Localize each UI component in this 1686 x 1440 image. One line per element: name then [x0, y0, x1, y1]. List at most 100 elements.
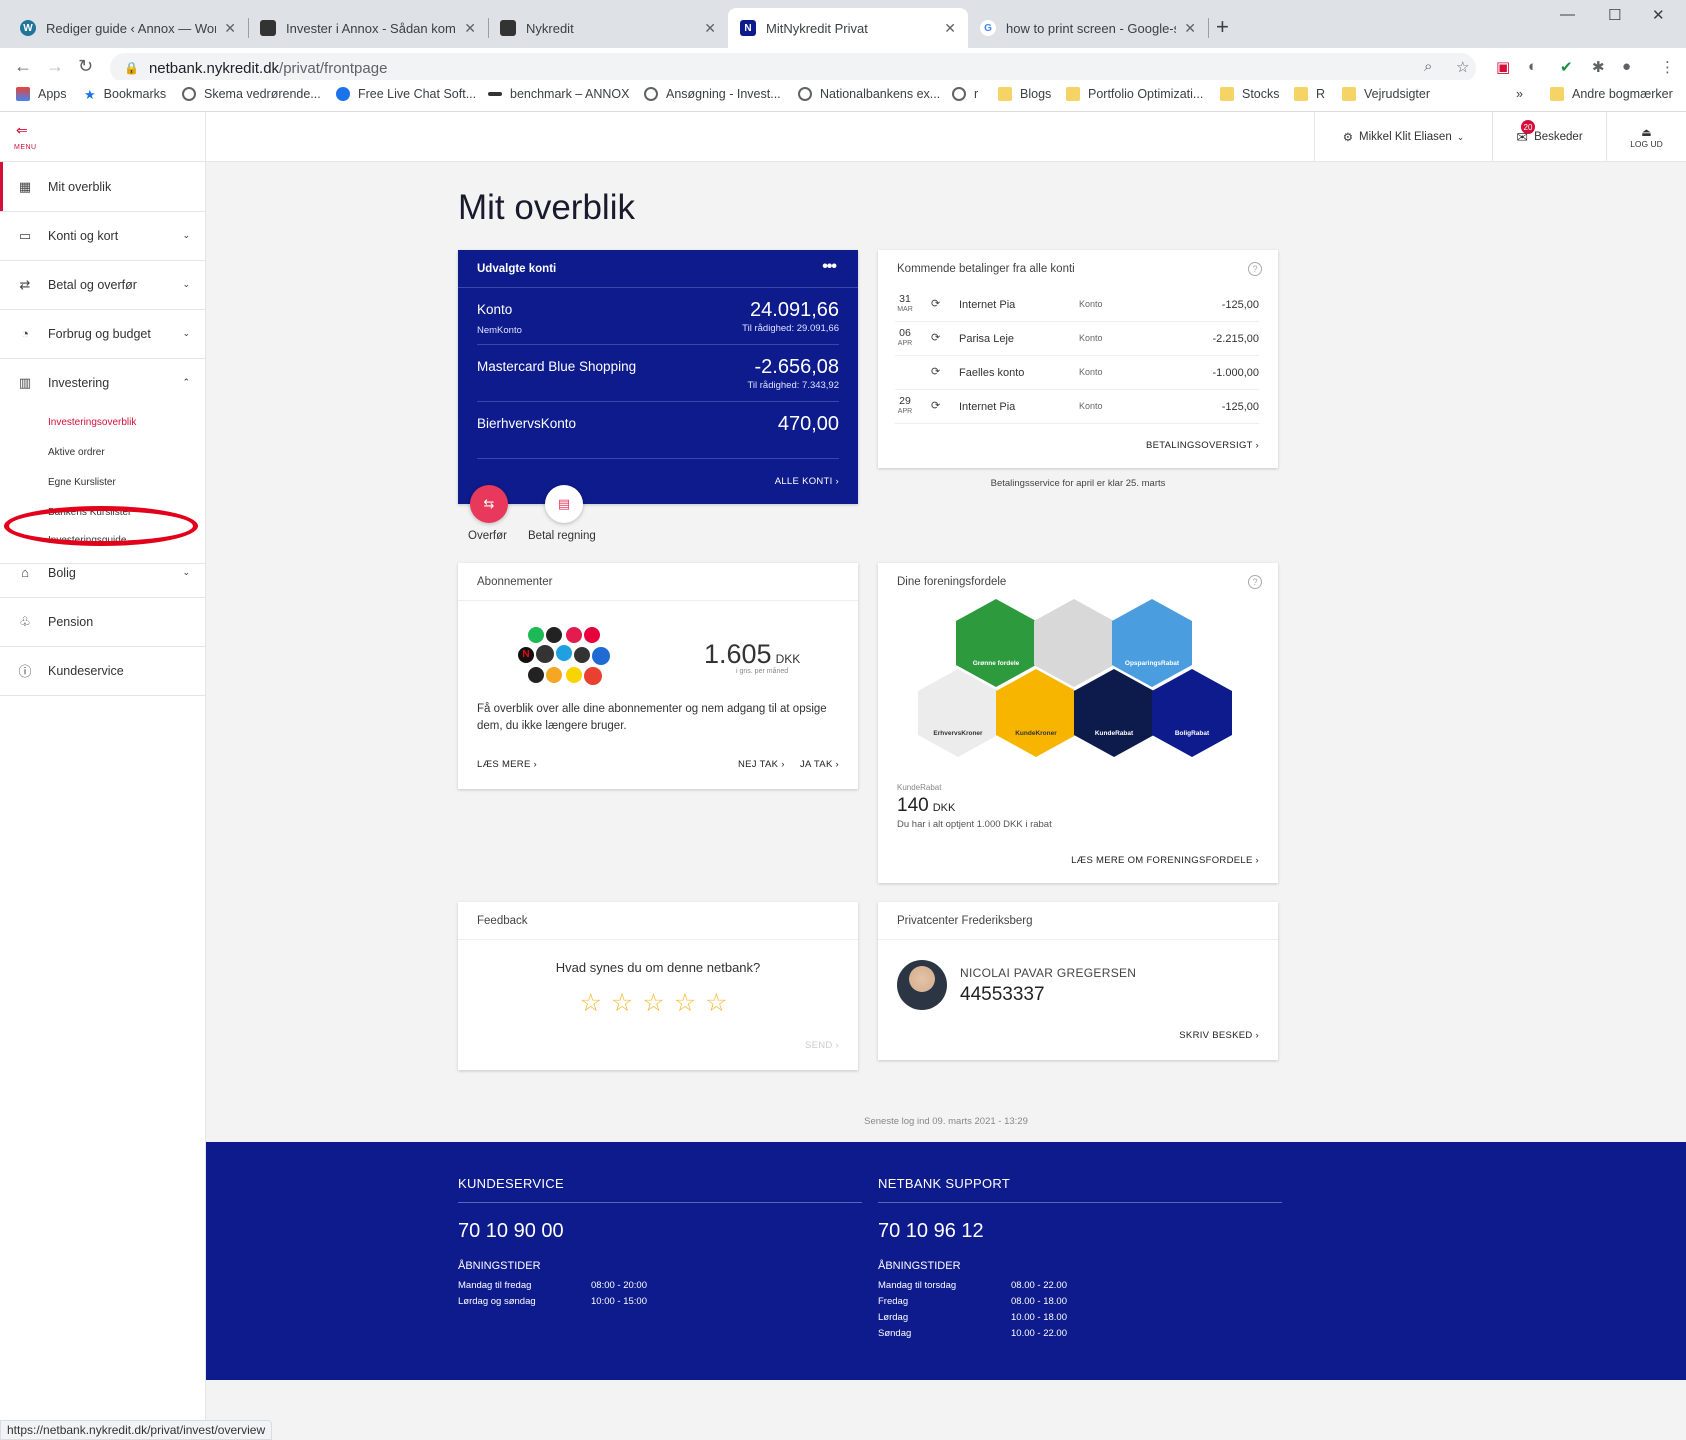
- extension-icon[interactable]: ◐: [1528, 58, 1537, 75]
- forward-icon[interactable]: →: [46, 56, 64, 77]
- more-options-icon[interactable]: •••: [822, 258, 837, 276]
- kebab-menu-icon[interactable]: ⋮: [1660, 58, 1675, 76]
- house-icon: ⌂: [21, 565, 29, 580]
- transfer-button[interactable]: ⇆: [470, 485, 508, 523]
- read-more-link[interactable]: LÆS MERE ›: [477, 759, 537, 770]
- bookmark-star-icon[interactable]: ☆: [1456, 58, 1469, 76]
- star-icon[interactable]: ☆: [579, 989, 610, 1017]
- phone-number[interactable]: 70 10 90 00: [458, 1220, 564, 1243]
- messages-button[interactable]: ✉ 20 Beskeder: [1492, 112, 1606, 162]
- hex-housing-discount[interactable]: BoligRabat: [1152, 669, 1232, 757]
- sidebar-item-pay[interactable]: ⇄ Betal og overfør ⌄: [0, 260, 206, 310]
- hex-customer-discount[interactable]: KundeRabat: [1074, 669, 1154, 757]
- advisor-phone[interactable]: 44553337: [960, 984, 1045, 1006]
- sidebar-item-overview[interactable]: ▦ Mit overblik: [0, 162, 206, 212]
- close-window-icon[interactable]: ✕: [1652, 6, 1665, 24]
- sidebar-item-customer-service[interactable]: ⓘ Kundeservice: [0, 646, 206, 696]
- bookmark-item[interactable]: ★ Bookmarks: [84, 87, 166, 102]
- all-accounts-link[interactable]: ALLE KONTI ›: [775, 476, 839, 487]
- piggy-icon: ♧: [19, 613, 31, 629]
- payment-overview-link[interactable]: BETALINGSOVERSIGT ›: [1146, 440, 1259, 451]
- browser-tab[interactable]: W Rediger guide ‹ Annox — WordPress✕: [8, 8, 248, 48]
- bookmark-folder[interactable]: Blogs: [998, 87, 1051, 101]
- maximize-icon[interactable]: ☐: [1608, 6, 1621, 24]
- star-icon[interactable]: ☆: [642, 989, 673, 1017]
- puzzle-icon[interactable]: ✱: [1592, 58, 1605, 76]
- close-tab-icon[interactable]: ✕: [224, 20, 236, 37]
- hex-savings-discount[interactable]: OpsparingsRabat: [1112, 599, 1192, 687]
- send-feedback-button[interactable]: SEND ›: [805, 1040, 839, 1051]
- browser-tab[interactable]: Invester i Annox - Sådan kommer du i gan…: [248, 8, 488, 48]
- zoom-icon[interactable]: ⌕: [1424, 58, 1432, 75]
- bookmark-item[interactable]: r: [952, 87, 978, 101]
- pie-chart-icon: ◔: [21, 326, 29, 341]
- bookmarks-overflow-icon[interactable]: »: [1516, 87, 1523, 101]
- close-tab-icon[interactable]: ✕: [1184, 20, 1196, 37]
- reload-icon[interactable]: ↻: [78, 56, 93, 77]
- help-icon[interactable]: ?: [1248, 575, 1262, 589]
- yes-thanks-link[interactable]: JA TAK ›: [800, 759, 839, 770]
- back-icon[interactable]: ←: [14, 56, 32, 77]
- pay-bill-button[interactable]: ▤: [545, 485, 583, 523]
- help-icon[interactable]: ?: [1248, 262, 1262, 276]
- account-row[interactable]: BierhvervsKonto 470,00: [477, 402, 839, 459]
- red-annotation-ellipse: [4, 506, 198, 546]
- sidebar-item-housing[interactable]: ⌂ Bolig ⌄: [0, 548, 206, 598]
- hex-green-benefits[interactable]: Grønne fordele: [956, 599, 1036, 687]
- minimize-icon[interactable]: —: [1560, 6, 1575, 23]
- sidebar-subitem[interactable]: Egne Kurslister: [0, 467, 206, 497]
- browser-tab-active[interactable]: N MitNykredit Privat ✕: [728, 8, 968, 48]
- bookmark-folder[interactable]: Stocks: [1220, 87, 1280, 101]
- payment-row[interactable]: 29 APR ⟳ Internet Pia Konto -125,00: [895, 390, 1259, 424]
- transfer-icon: ⇄: [19, 276, 31, 292]
- sidebar-subitem[interactable]: Investeringsoverblik: [0, 407, 206, 437]
- star-icon[interactable]: ☆: [611, 989, 642, 1017]
- hex-customer-kroner[interactable]: KundeKroner: [996, 669, 1076, 757]
- bookmark-folder[interactable]: Portfolio Optimizati...: [1066, 87, 1203, 101]
- hex-business-kroner[interactable]: ErhvervsKroner: [918, 669, 998, 757]
- write-message-link[interactable]: SKRIV BESKED ›: [1179, 1030, 1259, 1041]
- amount-caption: i gns. per måned: [736, 668, 789, 675]
- benefits-hex-illustration[interactable]: Grønne fordele OpsparingsRabat ErhvervsK…: [918, 599, 1238, 763]
- bookmark-apps[interactable]: Apps: [16, 87, 67, 101]
- unread-badge: 20: [1521, 120, 1535, 134]
- star-icon[interactable]: ☆: [705, 989, 736, 1017]
- account-row[interactable]: Mastercard Blue Shopping -2.656,08 Til r…: [477, 345, 839, 402]
- payment-row[interactable]: 06 APR ⟳ Parisa Leje Konto -2.215,00: [895, 322, 1259, 356]
- star-icon[interactable]: ☆: [674, 989, 705, 1017]
- close-tab-icon[interactable]: ✕: [704, 20, 716, 37]
- bookmark-folder[interactable]: R: [1294, 87, 1325, 101]
- no-thanks-link[interactable]: NEJ TAK ›: [738, 759, 785, 770]
- payment-row[interactable]: ⟳ Faelles konto Konto -1.000,00: [895, 356, 1259, 390]
- grid-icon: ▦: [18, 178, 32, 194]
- other-bookmarks-folder[interactable]: Andre bogmærker: [1550, 87, 1673, 101]
- extension-icon[interactable]: ✔: [1560, 58, 1573, 76]
- menu-button[interactable]: ⇐ MENU: [0, 112, 206, 162]
- bookmark-folder[interactable]: Vejrudsigter: [1342, 87, 1430, 101]
- address-bar[interactable]: 🔒 netbank.nykredit.dk/privat/frontpage: [110, 53, 1476, 83]
- sidebar-item-pension[interactable]: ♧ Pension: [0, 597, 206, 647]
- payment-row[interactable]: 31 MAR ⟳ Internet Pia Konto -125,00: [895, 288, 1259, 322]
- extension-icon[interactable]: ▣: [1496, 58, 1510, 76]
- profile-avatar-icon[interactable]: ●: [1622, 58, 1631, 75]
- logout-button[interactable]: ⏏ LOG UD: [1606, 112, 1686, 162]
- phone-number[interactable]: 70 10 96 12: [878, 1220, 984, 1243]
- close-tab-icon[interactable]: ✕: [464, 20, 476, 37]
- browser-tab[interactable]: G how to print screen - Google-søgning✕: [968, 8, 1208, 48]
- benefits-read-more-link[interactable]: LÆS MERE OM FORENINGSFORDELE ›: [1071, 855, 1259, 866]
- sidebar-item-accounts[interactable]: ▭ Konti og kort ⌄: [0, 211, 206, 261]
- sidebar-item-budget[interactable]: ◔ Forbrug og budget ⌄: [0, 309, 206, 359]
- last-login-text: Seneste log ind 09. marts 2021 - 13:29: [864, 1116, 1028, 1127]
- bookmark-item[interactable]: Nationalbankens ex...: [798, 87, 940, 101]
- bookmark-item[interactable]: Ansøgning - Invest...: [644, 87, 781, 101]
- account-row[interactable]: Konto NemKonto 24.091,66 Til rådighed: 2…: [477, 288, 839, 345]
- feedback-question: Hvad synes du om denne netbank?: [555, 960, 761, 975]
- user-menu[interactable]: ⚙ Mikkel Klit Eliasen ⌄: [1314, 112, 1492, 162]
- bookmark-item[interactable]: Free Live Chat Soft...: [336, 87, 476, 101]
- new-tab-button[interactable]: +: [1216, 14, 1229, 40]
- close-tab-icon[interactable]: ✕: [944, 20, 956, 37]
- browser-tab[interactable]: Nykredit ✕: [488, 8, 728, 48]
- sidebar-subitem[interactable]: Aktive ordrer: [0, 437, 206, 467]
- bookmark-item[interactable]: Skema vedrørende...: [182, 87, 321, 101]
- bookmark-item[interactable]: benchmark – ANNOX: [488, 87, 630, 101]
